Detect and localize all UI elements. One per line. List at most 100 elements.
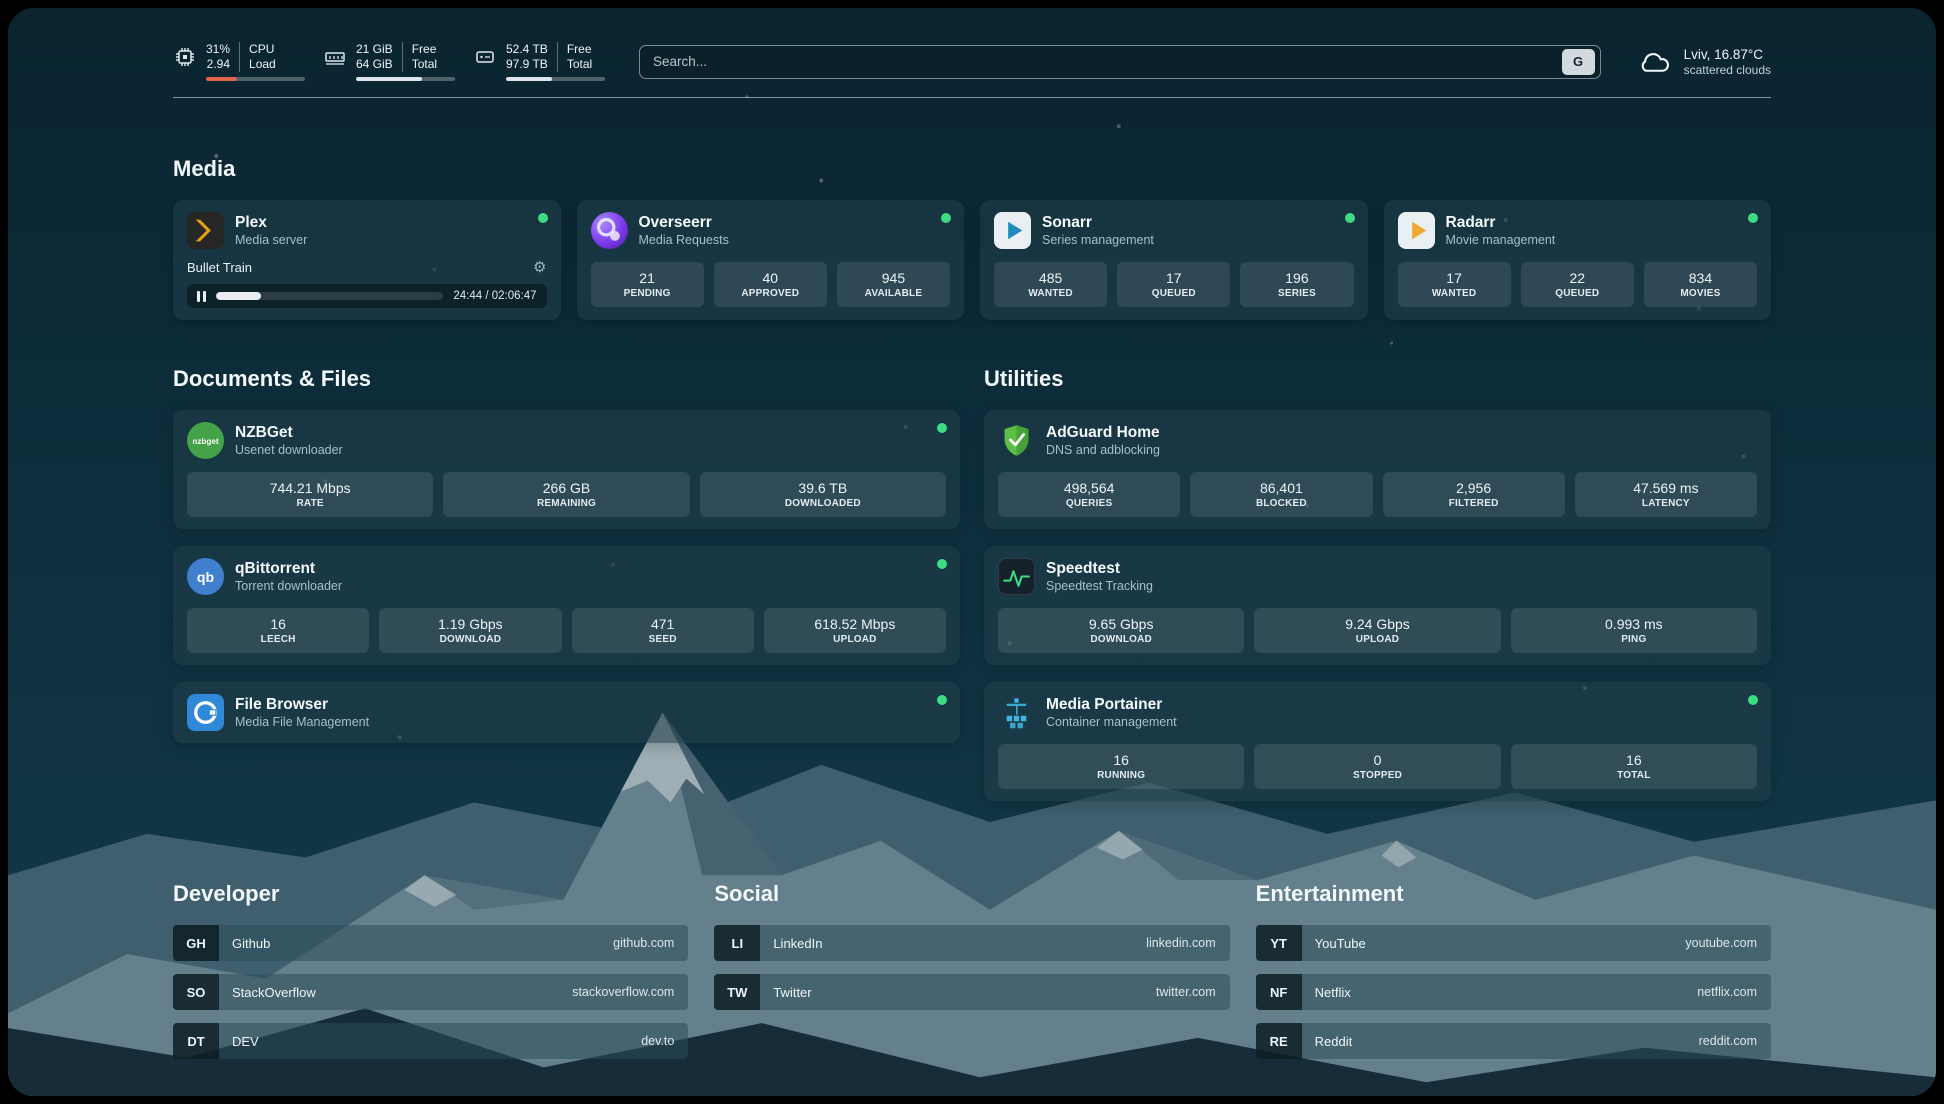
system-monitors: 31% CPU 2.94 Load	[173, 42, 605, 81]
stat-tile: 0 STOPPED	[1254, 744, 1500, 789]
adguard-icon	[998, 422, 1035, 459]
stat-tile: 618.52 Mbps UPLOAD	[764, 608, 946, 653]
status-dot	[937, 559, 947, 569]
portainer-icon	[998, 694, 1035, 731]
app-card-qbittorrent[interactable]: qb qBittorrent Torrent downloader 16 LEE…	[173, 546, 960, 665]
stat-tile: 945 AVAILABLE	[837, 262, 950, 307]
bookmark-row-linkedin[interactable]: LI LinkedIn linkedin.com	[714, 925, 1229, 961]
cpu-load-label: Load	[240, 57, 276, 72]
app-card-speedtest[interactable]: Speedtest Speedtest Tracking 9.65 Gbps D…	[984, 546, 1771, 665]
app-name: File Browser	[235, 695, 369, 714]
bookmark-row-youtube[interactable]: YT YouTube youtube.com	[1256, 925, 1771, 961]
stat-value: 498,564	[1000, 479, 1178, 497]
section-documents: Documents & Files nzbget NZBGet Usenet d…	[173, 366, 960, 801]
stat-tile: 744.21 Mbps RATE	[187, 472, 433, 517]
bookmark-row-reddit[interactable]: RE Reddit reddit.com	[1256, 1023, 1771, 1059]
ram-progress-fill	[356, 77, 422, 81]
stat-label: LEECH	[189, 634, 367, 645]
search-engine-button[interactable]: G	[1562, 49, 1595, 75]
stat-label: TOTAL	[1513, 770, 1755, 781]
stat-value: 471	[574, 615, 752, 633]
bookmark-url: github.com	[613, 936, 674, 950]
stat-value: 945	[839, 269, 948, 287]
app-card-filebrowser[interactable]: File Browser Media File Management	[173, 682, 960, 743]
bookmark-name: Github	[232, 936, 270, 951]
topbar-divider	[173, 97, 1771, 98]
stat-label: REMAINING	[445, 498, 687, 509]
section-title-media: Media	[173, 156, 1771, 182]
svg-text:qb: qb	[197, 569, 215, 585]
stat-value: 47.569 ms	[1577, 479, 1755, 497]
stat-label: APPROVED	[716, 288, 825, 299]
bookmark-abbr: DT	[173, 1023, 219, 1059]
bookmark-row-netflix[interactable]: NF Netflix netflix.com	[1256, 974, 1771, 1010]
bookmark-row-stackoverflow[interactable]: SO StackOverflow stackoverflow.com	[173, 974, 688, 1010]
stat-value: 17	[1119, 269, 1228, 287]
player-progress-fill	[216, 292, 261, 300]
section-media: Media Plex Media server	[173, 156, 1771, 320]
bookmark-name: YouTube	[1315, 936, 1366, 951]
stat-label: PING	[1513, 634, 1755, 645]
status-dot	[538, 213, 548, 223]
app-name: Plex	[235, 213, 307, 232]
app-card-sonarr[interactable]: Sonarr Series management 485 WANTED 17 Q…	[980, 200, 1368, 320]
stat-label: FILTERED	[1385, 498, 1563, 509]
overseerr-icon	[591, 212, 628, 249]
app-name: Sonarr	[1042, 213, 1154, 232]
stat-label: PENDING	[593, 288, 702, 299]
stat-label: RATE	[189, 498, 431, 509]
pause-icon[interactable]	[197, 291, 206, 302]
ram-total-label: Total	[403, 57, 437, 72]
bookmark-name: Reddit	[1315, 1034, 1353, 1049]
app-subtitle: Torrent downloader	[235, 578, 342, 594]
search-input[interactable]	[653, 54, 1562, 69]
bookmark-abbr: NF	[1256, 974, 1302, 1010]
stat-tile: 0.993 ms PING	[1511, 608, 1757, 653]
disk-total-label: Total	[558, 57, 592, 72]
player-progress-track[interactable]	[216, 292, 443, 300]
cpu-usage-value: 31%	[206, 42, 240, 57]
bookmark-name: Twitter	[773, 985, 811, 1000]
app-subtitle: Media server	[235, 232, 307, 248]
gear-icon[interactable]: ⚙	[533, 258, 546, 276]
weather-condition: scattered clouds	[1684, 63, 1771, 78]
stat-value: 744.21 Mbps	[189, 479, 431, 497]
weather-widget: Lviv, 16.87°C scattered clouds	[1635, 46, 1771, 78]
section-entertainment: Entertainment YT YouTube youtube.com NF …	[1256, 881, 1771, 1072]
disk-icon	[473, 45, 497, 69]
app-subtitle: DNS and adblocking	[1046, 442, 1160, 458]
stat-value: 9.24 Gbps	[1256, 615, 1498, 633]
app-card-radarr[interactable]: Radarr Movie management 17 WANTED 22 QUE…	[1384, 200, 1772, 320]
radarr-icon	[1398, 212, 1435, 249]
status-dot	[937, 423, 947, 433]
app-subtitle: Media Requests	[639, 232, 729, 248]
bookmark-row-dev[interactable]: DT DEV dev.to	[173, 1023, 688, 1059]
bookmark-row-github[interactable]: GH Github github.com	[173, 925, 688, 961]
cpu-icon	[173, 45, 197, 69]
section-utilities: Utilities	[984, 366, 1771, 801]
app-name: NZBGet	[235, 423, 343, 442]
stat-value: 21	[593, 269, 702, 287]
app-subtitle: Series management	[1042, 232, 1154, 248]
bookmark-abbr: LI	[714, 925, 760, 961]
stat-label: LATENCY	[1577, 498, 1755, 509]
stat-value: 196	[1242, 269, 1351, 287]
section-title-social: Social	[714, 881, 1229, 907]
app-name: AdGuard Home	[1046, 423, 1160, 442]
cpu-monitor: 31% CPU 2.94 Load	[173, 42, 305, 81]
sonarr-icon	[994, 212, 1031, 249]
stat-tile: 17 WANTED	[1398, 262, 1511, 307]
app-card-overseerr[interactable]: Overseerr Media Requests 21 PENDING 40 A…	[577, 200, 965, 320]
bookmark-url: stackoverflow.com	[572, 985, 674, 999]
section-title-developer: Developer	[173, 881, 688, 907]
stat-tile: 9.24 Gbps UPLOAD	[1254, 608, 1500, 653]
app-card-nzbget[interactable]: nzbget NZBGet Usenet downloader 744.21 M…	[173, 410, 960, 529]
stat-label: WANTED	[996, 288, 1105, 299]
app-card-adguard[interactable]: AdGuard Home DNS and adblocking 498,564 …	[984, 410, 1771, 529]
bookmark-row-twitter[interactable]: TW Twitter twitter.com	[714, 974, 1229, 1010]
stat-value: 16	[1513, 751, 1755, 769]
stat-label: DOWNLOAD	[381, 634, 559, 645]
app-card-portainer[interactable]: Media Portainer Container management 16 …	[984, 682, 1771, 801]
app-card-plex[interactable]: Plex Media server Bullet Train ⚙ 24:44	[173, 200, 561, 320]
stat-value: 39.6 TB	[702, 479, 944, 497]
